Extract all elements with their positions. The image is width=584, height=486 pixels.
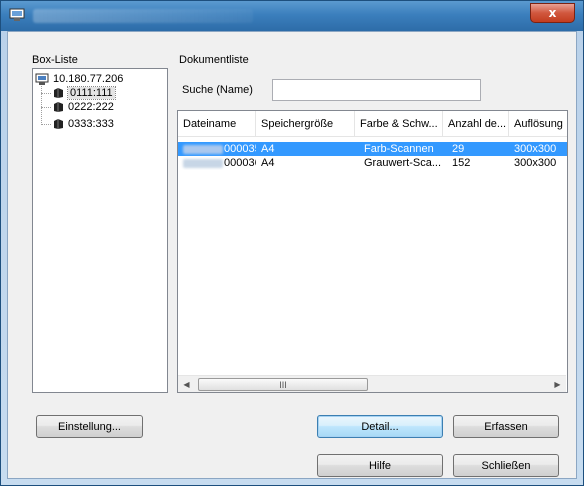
tree-root-label: 10.180.77.206 xyxy=(53,73,124,85)
close-icon: x xyxy=(548,6,557,20)
horizontal-scrollbar[interactable]: ◀ III ▶ xyxy=(178,375,566,392)
document-list[interactable]: Dateiname Speichergröße Farbe & Schw... … xyxy=(177,110,568,393)
cell-resolution: 300x300 xyxy=(514,157,557,169)
table-row[interactable]: 0000362... A4 Grauwert-Sca... 152 300x30… xyxy=(178,156,567,170)
tree-item-box-0222[interactable]: 0222:222 xyxy=(53,100,114,114)
cell-filename: 0000352... xyxy=(178,142,256,156)
grip-icon: III xyxy=(279,379,287,390)
tree-root[interactable]: 10.180.77.206 xyxy=(35,72,123,86)
redacted-text xyxy=(183,158,223,168)
table-row[interactable]: 0000352... A4 Farb-Scannen 29 300x300 xyxy=(178,142,567,156)
tree-connector xyxy=(41,86,42,125)
column-header-row: Dateiname Speichergröße Farbe & Schw... … xyxy=(178,111,567,137)
box-icon xyxy=(54,88,63,98)
column-header-speichergroesse[interactable]: Speichergröße xyxy=(256,111,355,137)
tree-item-label: 0333:333 xyxy=(68,118,114,130)
scroll-left-icon[interactable]: ◀ xyxy=(178,376,195,392)
boxlist-label: Box-Liste xyxy=(32,54,78,66)
box-tree[interactable]: 10.180.77.206 0111:111 0222:222 0333:333 xyxy=(32,68,168,393)
close-button[interactable]: x xyxy=(530,3,575,23)
tree-item-box-0333[interactable]: 0333:333 xyxy=(53,117,114,131)
scroll-right-icon[interactable]: ▶ xyxy=(549,376,566,392)
tree-connector xyxy=(41,93,51,94)
column-header-dateiname[interactable]: Dateiname xyxy=(178,111,256,137)
erfassen-button[interactable]: Erfassen xyxy=(453,415,559,438)
dialog-window: x Box-Liste 10.180.77.206 0111:111 0222:… xyxy=(0,0,584,486)
detail-button[interactable]: Detail... xyxy=(317,415,443,438)
box-icon xyxy=(54,119,63,129)
tree-item-label: 0111:111 xyxy=(67,86,116,100)
title-bar[interactable]: x xyxy=(1,1,583,31)
search-label: Suche (Name) xyxy=(182,84,253,96)
redacted-text xyxy=(183,144,223,154)
cell-count: 29 xyxy=(452,143,465,155)
cell-filename: 0000362... xyxy=(178,156,256,170)
schliessen-button[interactable]: Schließen xyxy=(453,454,559,477)
search-input[interactable] xyxy=(272,79,481,101)
column-header-aufloesung[interactable]: Auflösung xyxy=(509,111,567,137)
cell-color: Farb-Scannen xyxy=(364,143,434,155)
window-title-blurred xyxy=(33,9,253,23)
computer-icon xyxy=(35,73,49,85)
cell-color: Grauwert-Sca... xyxy=(364,157,442,169)
cell-resolution: 300x300 xyxy=(514,143,557,155)
cell-size: A4 xyxy=(261,157,275,169)
scroll-thumb[interactable]: III xyxy=(198,378,368,391)
tree-connector xyxy=(41,124,51,125)
column-header-farbe[interactable]: Farbe & Schw... xyxy=(355,111,443,137)
app-icon xyxy=(9,8,25,21)
einstellung-button[interactable]: Einstellung... xyxy=(36,415,143,438)
cell-count: 152 xyxy=(452,157,471,169)
hilfe-button[interactable]: Hilfe xyxy=(317,454,443,477)
doclist-label: Dokumentliste xyxy=(179,54,249,66)
tree-item-box-0111[interactable]: 0111:111 xyxy=(53,86,116,100)
tree-item-label: 0222:222 xyxy=(68,101,114,113)
box-icon xyxy=(54,102,63,112)
column-header-anzahl[interactable]: Anzahl de... xyxy=(443,111,509,137)
tree-connector xyxy=(41,107,51,108)
cell-size: A4 xyxy=(261,143,275,155)
